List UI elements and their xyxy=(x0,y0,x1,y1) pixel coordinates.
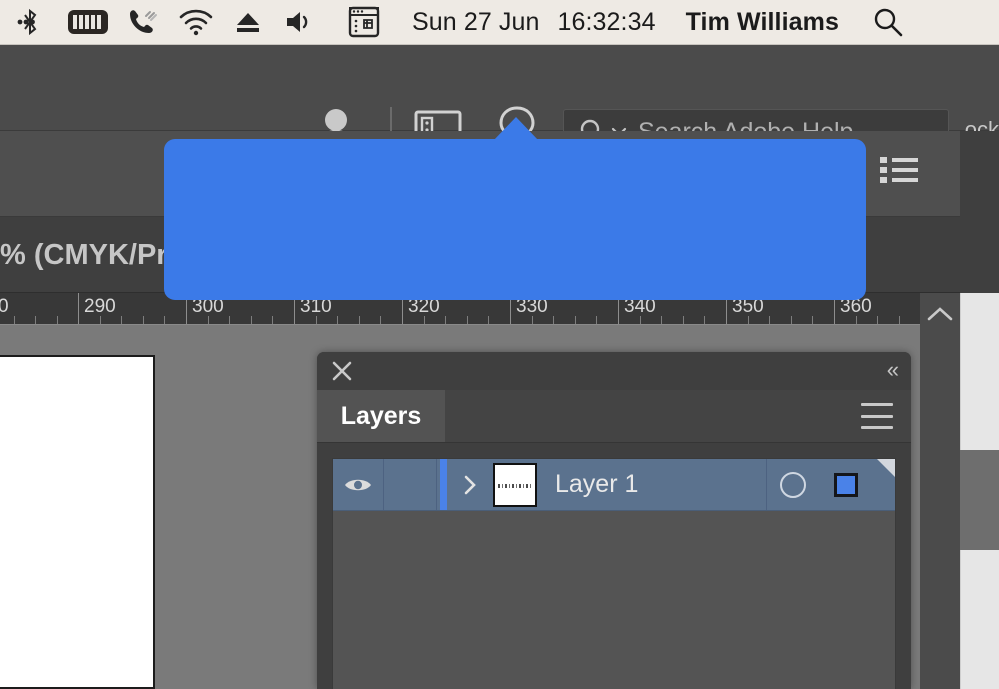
panel-tab-row: Layers xyxy=(317,390,911,443)
ruler-tick-minor xyxy=(35,316,37,324)
ruler-tick-minor xyxy=(855,316,857,324)
right-panel-strip-top xyxy=(960,131,999,293)
thumbnail-artwork xyxy=(498,483,532,488)
hamburger-menu-icon[interactable] xyxy=(861,403,893,429)
tab-layers[interactable]: Layers xyxy=(317,390,445,442)
double-chevron-left-icon[interactable]: « xyxy=(887,357,899,383)
ruler-tick-minor xyxy=(639,316,641,324)
lock-cell[interactable] xyxy=(384,459,437,510)
eject-icon[interactable] xyxy=(224,0,272,45)
ruler-tick-minor xyxy=(229,316,231,324)
ruler-tick-minor xyxy=(315,316,317,324)
chevron-right-icon[interactable] xyxy=(447,459,493,510)
macos-menu-bar: Sun 27 Jun 16:32:34 Tim Williams xyxy=(0,0,999,45)
ruler-tick-minor xyxy=(272,316,274,324)
ruler-tick-minor xyxy=(358,316,360,324)
ruler-tick-minor xyxy=(466,316,468,324)
ruler-tick-minor xyxy=(747,316,749,324)
selection-corner-indicator xyxy=(877,459,895,477)
ruler-tick-minor xyxy=(790,316,792,324)
layers-panel: « Layers Layer 1 xyxy=(317,352,911,689)
ruler-tick-minor xyxy=(553,316,555,324)
ruler-tick-minor xyxy=(56,316,58,324)
close-icon[interactable] xyxy=(329,358,355,384)
target-circle-icon[interactable] xyxy=(766,459,819,510)
ruler-tick-minor xyxy=(661,316,663,324)
battery-icon[interactable] xyxy=(60,0,116,45)
ruler-label: 0 xyxy=(0,296,9,318)
layers-list[interactable]: Layer 1 xyxy=(332,458,896,689)
panel-title-bar: « xyxy=(317,352,911,390)
layer-name-label[interactable]: Layer 1 xyxy=(555,470,638,499)
ruler-tick-minor xyxy=(898,316,900,324)
ruler-tick-minor xyxy=(207,316,209,324)
menubar-user[interactable]: Tim Williams xyxy=(686,8,839,37)
menubar-date[interactable]: Sun 27 Jun xyxy=(412,8,540,37)
ruler-tick-minor xyxy=(13,316,15,324)
volume-icon[interactable] xyxy=(272,0,328,45)
spotlight-search-icon[interactable] xyxy=(853,0,923,45)
ruler-tick-minor xyxy=(250,316,252,324)
menubar-time[interactable]: 16:32:34 xyxy=(558,8,656,37)
ruler-label: 290 xyxy=(84,296,116,317)
ruler-tick-minor xyxy=(812,316,814,324)
ruler-tick-minor xyxy=(531,316,533,324)
ruler-tick-minor xyxy=(337,316,339,324)
ruler-tick-minor xyxy=(121,316,123,324)
ruler-tick-minor xyxy=(596,316,598,324)
phone-icon[interactable] xyxy=(116,0,168,45)
ruler-tick-minor xyxy=(877,316,879,324)
ruler-tick-minor xyxy=(445,316,447,324)
selection-square-icon[interactable] xyxy=(819,459,873,510)
input-source-icon[interactable] xyxy=(328,0,400,45)
eye-icon[interactable] xyxy=(333,459,384,510)
ruler-tick-minor xyxy=(142,316,144,324)
ruler-tick-minor xyxy=(164,316,166,324)
bullet-list-icon[interactable] xyxy=(878,153,920,192)
vertical-scrollbar-thumb[interactable] xyxy=(960,450,999,550)
popover-arrow-icon xyxy=(493,117,539,141)
ruler-tick-minor xyxy=(488,316,490,324)
table-row[interactable]: Layer 1 xyxy=(333,459,895,511)
ruler-tick-minor xyxy=(380,316,382,324)
help-popover[interactable] xyxy=(164,139,866,300)
artboard[interactable] xyxy=(0,355,155,689)
ruler-tick-minor xyxy=(99,316,101,324)
ruler-tick-minor xyxy=(574,316,576,324)
tab-layers-label: Layers xyxy=(340,401,422,430)
document-tab-title[interactable]: % (CMYK/Pre xyxy=(0,239,184,272)
right-panel-strip xyxy=(920,325,960,689)
ruler-tick-minor xyxy=(682,316,684,324)
layer-thumbnail[interactable] xyxy=(493,462,537,507)
ruler-tick-minor xyxy=(769,316,771,324)
layer-color-strip xyxy=(440,459,447,510)
bluetooth-icon[interactable] xyxy=(0,0,60,45)
ruler-tick-major xyxy=(78,293,79,324)
ruler-tick-minor xyxy=(423,316,425,324)
ruler-tick-minor xyxy=(704,316,706,324)
wifi-icon[interactable] xyxy=(168,0,224,45)
